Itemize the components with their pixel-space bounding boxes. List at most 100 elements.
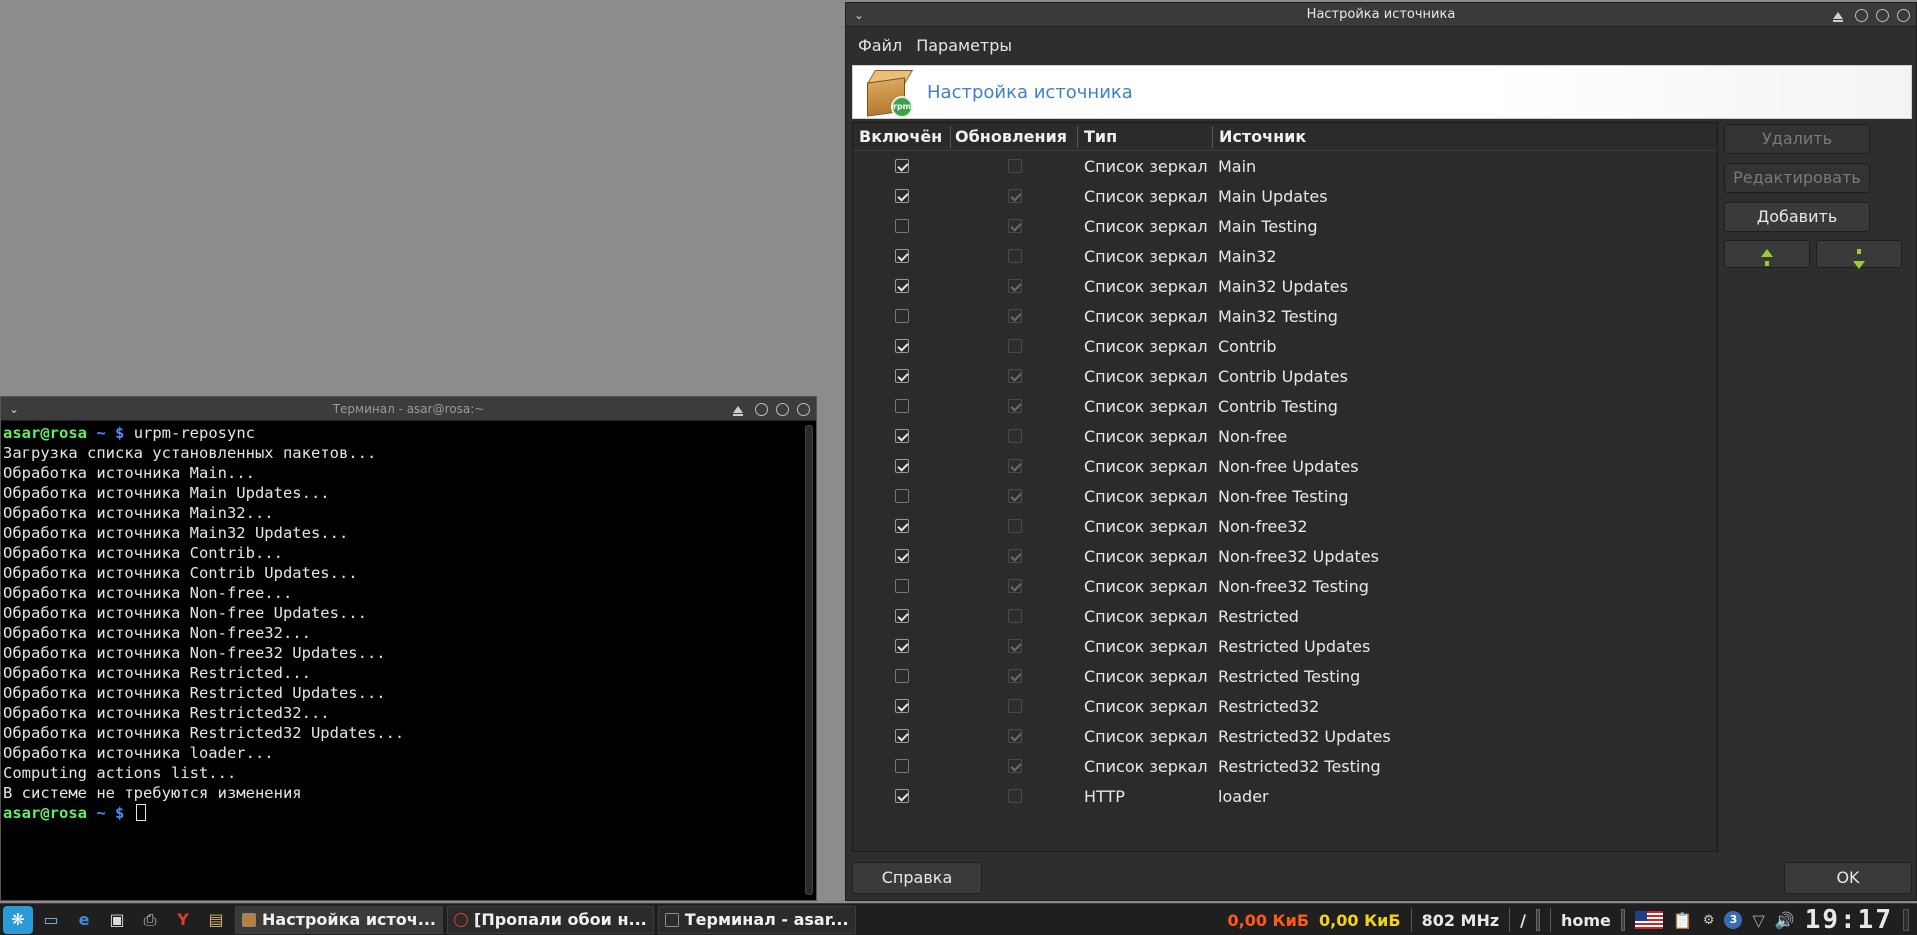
updates-checkbox[interactable] [1007,249,1022,263]
updates-checkbox[interactable] [1007,159,1022,173]
enabled-checkbox[interactable] [895,279,909,293]
table-row[interactable]: Список зеркал Main32 [853,241,1717,271]
table-row[interactable]: Список зеркал Non-free32 Updates [853,541,1717,571]
add-button[interactable]: Добавить [1724,202,1870,232]
updates-checkbox[interactable] [1007,489,1022,503]
enabled-checkbox[interactable] [895,639,909,653]
keep-above-icon[interactable] [733,405,743,416]
terminal-window[interactable]: ⌄ Терминал - asar@rosa:~ asar@rosa ~ $ u… [0,396,817,901]
updates-checkbox[interactable] [1007,729,1022,743]
close-button[interactable] [797,402,810,416]
menu-file[interactable]: Файл [858,36,902,55]
enabled-checkbox[interactable] [895,429,909,443]
clock[interactable]: 19:17 [1805,905,1893,935]
column-header-source[interactable]: Источник [1213,127,1717,146]
table-row[interactable]: Список зеркал Main Testing [853,211,1717,241]
printer-icon[interactable]: ⎙ [135,906,165,934]
yandex-icon[interactable]: Y [168,906,198,934]
updates-checkbox[interactable] [1007,429,1022,443]
window-menu-chevron-icon[interactable]: ⌄ [9,397,19,421]
enabled-checkbox[interactable] [895,309,909,323]
table-row[interactable]: Список зеркал Main32 Updates [853,271,1717,301]
table-row[interactable]: Список зеркал Non-free32 [853,511,1717,541]
enabled-checkbox[interactable] [895,789,909,803]
table-row[interactable]: Список зеркал Main32 Testing [853,301,1717,331]
minimize-button[interactable] [1855,8,1868,22]
terminal-scrollbar[interactable] [805,425,813,895]
notification-badge[interactable]: 3 [1724,911,1743,929]
table-row[interactable]: Список зеркал Contrib Testing [853,391,1717,421]
updates-checkbox[interactable] [1007,549,1022,563]
keyboard-layout-flag-icon[interactable] [1634,911,1663,929]
enabled-checkbox[interactable] [895,519,909,533]
delete-button[interactable]: Удалить [1724,124,1870,154]
keep-above-icon[interactable] [1833,11,1843,22]
desktop-icon[interactable]: ▭ [36,906,66,934]
updates-checkbox[interactable] [1007,339,1022,353]
maximize-button[interactable] [776,402,789,416]
enabled-checkbox[interactable] [895,669,909,683]
updates-checkbox[interactable] [1007,789,1022,803]
updates-checkbox[interactable] [1007,669,1022,683]
enabled-checkbox[interactable] [895,549,909,563]
show-desktop-button[interactable] [1903,909,1909,931]
table-row[interactable]: Список зеркал Main Updates [853,181,1717,211]
updates-checkbox[interactable] [1007,639,1022,653]
edit-button[interactable]: Редактировать [1724,163,1870,193]
updates-checkbox[interactable] [1007,369,1022,383]
column-header-updates[interactable]: Обновления [951,127,1077,146]
column-header-type[interactable]: Тип [1078,127,1212,146]
table-row[interactable]: Список зеркал Restricted32 Updates [853,721,1717,751]
enabled-checkbox[interactable] [895,759,909,773]
enabled-checkbox[interactable] [895,369,909,383]
updates-checkbox[interactable] [1007,609,1022,623]
move-up-button[interactable] [1724,240,1810,268]
table-row[interactable]: Список зеркал Non-free Updates [853,451,1717,481]
updates-checkbox[interactable] [1007,699,1022,713]
task-terminal[interactable]: Терминал - asar... [657,905,856,934]
table-row[interactable]: Список зеркал Restricted32 Testing [853,751,1717,781]
enabled-checkbox[interactable] [895,189,909,203]
updates-icon[interactable]: ⚙ [1703,913,1715,928]
updates-checkbox[interactable] [1007,279,1022,293]
updates-checkbox[interactable] [1007,579,1022,593]
updates-checkbox[interactable] [1007,219,1022,233]
enabled-checkbox[interactable] [895,609,909,623]
enabled-checkbox[interactable] [895,219,909,233]
updates-checkbox[interactable] [1007,519,1022,533]
table-row[interactable]: Список зеркал Restricted Updates [853,631,1717,661]
table-row[interactable]: Список зеркал Restricted [853,601,1717,631]
menu-settings[interactable]: Параметры [916,36,1012,55]
ok-button[interactable]: OK [1784,862,1912,894]
wifi-icon[interactable]: ▽ [1752,911,1764,930]
table-row[interactable]: HTTP loader [853,781,1717,811]
maximize-button[interactable] [1876,8,1889,22]
table-row[interactable]: Список зеркал Contrib [853,331,1717,361]
table-row[interactable]: Список зеркал Non-free32 Testing [853,571,1717,601]
updates-checkbox[interactable] [1007,309,1022,323]
task-source-config[interactable]: Настройка источ... [235,905,444,934]
enabled-checkbox[interactable] [895,729,909,743]
updates-checkbox[interactable] [1007,189,1022,203]
updates-checkbox[interactable] [1007,759,1022,773]
browser-icon[interactable]: e [69,906,99,934]
terminal-output[interactable]: asar@rosa ~ $ urpm-reposync Загрузка спи… [3,423,800,900]
table-row[interactable]: Список зеркал Restricted Testing [853,661,1717,691]
table-row[interactable]: Список зеркал Restricted32 [853,691,1717,721]
updates-checkbox[interactable] [1007,399,1022,413]
dialog-titlebar[interactable]: ⌄ Настройка источника [846,3,1916,27]
sources-table[interactable]: Включён Обновления Тип Источник Список з… [852,122,1718,852]
terminal-icon[interactable]: ▣ [102,906,132,934]
rosa-menu-icon[interactable]: ❋ [3,905,33,934]
close-button[interactable] [1897,8,1910,22]
updates-checkbox[interactable] [1007,459,1022,473]
enabled-checkbox[interactable] [895,159,909,173]
enabled-checkbox[interactable] [895,399,909,413]
table-row[interactable]: Список зеркал Non-free Testing [853,481,1717,511]
files-icon[interactable]: ▤ [201,906,231,934]
source-config-dialog[interactable]: ⌄ Настройка источника Файл Параметры rpm… [845,2,1917,901]
window-menu-chevron-icon[interactable]: ⌄ [854,3,864,27]
enabled-checkbox[interactable] [895,579,909,593]
minimize-button[interactable] [755,402,768,416]
table-row[interactable]: Список зеркал Non-free [853,421,1717,451]
